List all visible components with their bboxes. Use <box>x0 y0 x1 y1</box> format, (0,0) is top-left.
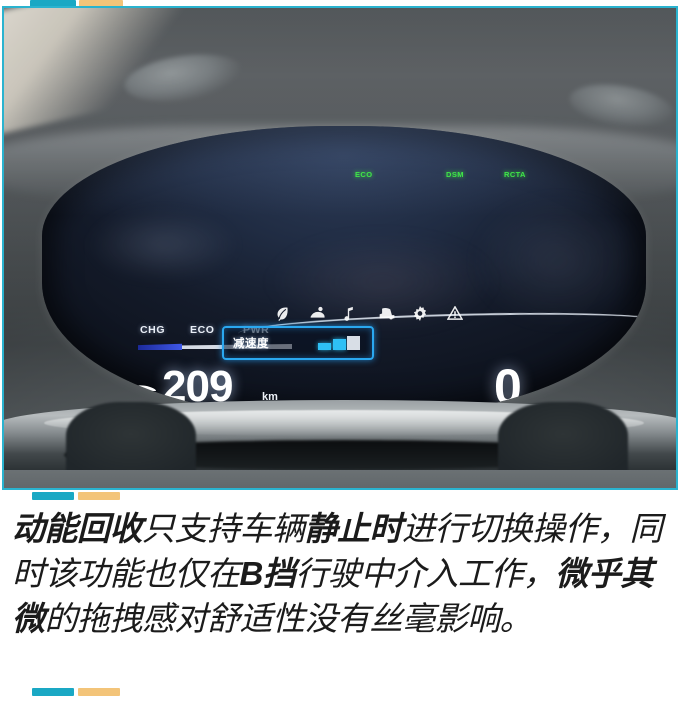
menu-icon-row[interactable] <box>274 304 464 322</box>
deceleration-title: 减速度 <box>233 338 269 350</box>
telltale-dsm: DSM <box>446 170 464 179</box>
decel-level-2 <box>332 339 346 350</box>
gauge-fill <box>138 343 182 350</box>
music-note-icon[interactable] <box>343 306 360 321</box>
caption-segment-1: 只支持车辆 <box>142 510 305 547</box>
screen-glare-left <box>88 210 238 280</box>
accent-orange <box>78 688 120 696</box>
warning-triangle-icon[interactable] <box>446 305 464 321</box>
lower-dash-surface <box>4 470 676 488</box>
gear-icon[interactable] <box>412 305 429 321</box>
caption-segment-7: 的拖拽感对舒适性没有丝毫影响。 <box>44 600 533 637</box>
fuel-range-car-icon <box>98 379 114 393</box>
seat-icon[interactable] <box>378 306 395 321</box>
accent-cyan <box>32 492 74 500</box>
digital-cluster-screen: ECO DSM RCTA CHG ECO 减速度 209 km 0 km/h <box>42 126 646 416</box>
accent-cyan <box>32 688 74 696</box>
instrument-cluster-photo: ECO DSM RCTA CHG ECO 减速度 209 km 0 km/h <box>2 6 678 490</box>
accent-orange <box>78 492 120 500</box>
caption-segment-2: 静止时 <box>304 510 403 547</box>
gauge-label-eco: ECO <box>190 324 215 336</box>
range-car-silhouette <box>123 381 157 393</box>
decel-level-3 <box>347 336 360 350</box>
caption-segment-0: 动能回收 <box>12 510 143 547</box>
accent-bar-bottom <box>0 688 680 696</box>
gauge-label-chg: CHG <box>140 324 166 336</box>
decel-level-1 <box>318 343 331 350</box>
driver-assist-icon[interactable] <box>309 306 326 321</box>
accent-bar-middle <box>0 492 680 500</box>
deceleration-panel[interactable]: 减速度 <box>222 326 374 360</box>
caption-text: 动能回收只支持车辆静止时进行切换操作，同时该功能也仅在B挡行驶中介入工作，微乎其… <box>12 506 670 641</box>
screen-glare-right <box>472 196 642 326</box>
leaf-icon[interactable] <box>274 306 291 321</box>
telltale-eco: ECO <box>355 170 373 179</box>
deceleration-level-bar <box>318 336 363 350</box>
caption-segment-5: 行驶中介入工作， <box>295 555 556 592</box>
page-root: ECO DSM RCTA CHG ECO 减速度 209 km 0 km/h 动… <box>0 0 680 701</box>
telltale-rcta: RCTA <box>504 170 526 179</box>
caption-segment-4: B挡 <box>239 555 296 592</box>
